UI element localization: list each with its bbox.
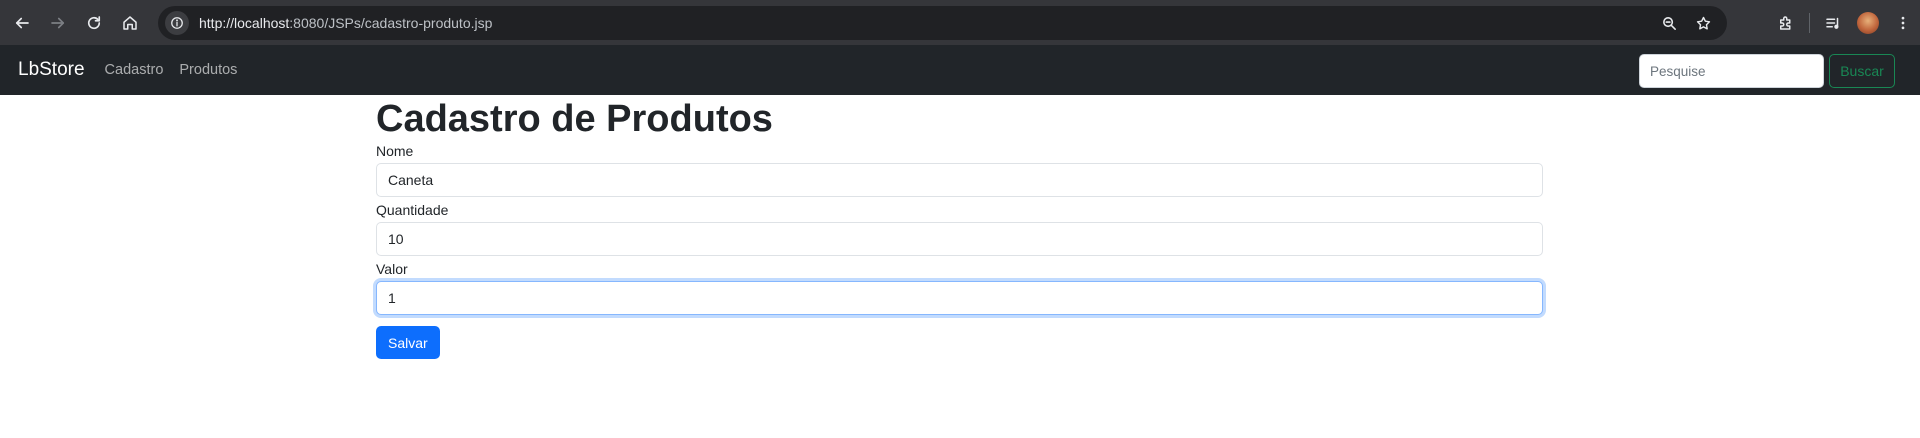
url-path: :8080/JSPs/cadastro-produto.jsp — [289, 15, 493, 31]
back-button[interactable] — [4, 5, 40, 41]
url-host: http://localhost — [199, 15, 290, 31]
reload-icon — [87, 15, 101, 29]
page-title: Cadastro de Produtos — [376, 98, 773, 140]
home-button[interactable] — [112, 5, 148, 41]
url-text[interactable]: http://localhost:8080/JSPs/cadastro-prod… — [199, 15, 492, 31]
home-icon — [123, 15, 137, 30]
save-button[interactable]: Salvar — [376, 326, 440, 359]
media-queue-button[interactable] — [1816, 5, 1850, 41]
browser-toolbar: http://localhost:8080/JSPs/cadastro-prod… — [0, 0, 1920, 45]
valor-input[interactable] — [376, 281, 1543, 315]
extensions-icon — [1780, 15, 1791, 30]
nav-link-produtos[interactable]: Produtos — [171, 62, 245, 78]
zoom-button[interactable] — [1657, 11, 1681, 35]
avatar[interactable] — [1857, 11, 1879, 34]
site-navbar: LbStore Cadastro Produtos Buscar — [0, 45, 1920, 95]
media-queue-icon — [1826, 17, 1839, 29]
bookmark-star-icon — [1696, 16, 1710, 30]
nome-input[interactable] — [376, 163, 1543, 197]
nav-links: Cadastro Produtos — [97, 62, 246, 78]
address-bar[interactable]: http://localhost:8080/JSPs/cadastro-prod… — [158, 6, 1727, 40]
quantidade-label: Quantidade — [376, 202, 449, 218]
site-info-icon — [171, 17, 183, 29]
valor-label: Valor — [376, 261, 408, 277]
quantidade-input[interactable] — [376, 222, 1543, 256]
search-form: Buscar — [1639, 54, 1895, 88]
extensions-button[interactable] — [1769, 5, 1803, 41]
brand-link[interactable]: LbStore — [18, 59, 85, 81]
reload-button[interactable] — [76, 5, 112, 41]
product-form-container: Cadastro de Produtos Nome Quantidade Val… — [376, 95, 1543, 359]
nav-link-cadastro[interactable]: Cadastro — [97, 62, 172, 78]
nome-label: Nome — [376, 143, 414, 159]
forward-button[interactable] — [40, 5, 76, 41]
search-button[interactable]: Buscar — [1829, 54, 1895, 88]
browser-menu-button[interactable] — [1886, 5, 1920, 41]
site-info-button[interactable] — [165, 11, 189, 35]
bookmark-button[interactable] — [1691, 11, 1715, 35]
kebab-menu-icon — [1901, 16, 1905, 29]
back-icon — [15, 17, 29, 28]
search-input[interactable] — [1639, 54, 1824, 88]
forward-icon — [51, 17, 65, 28]
zoom-icon — [1662, 16, 1676, 30]
toolbar-divider — [1809, 12, 1810, 33]
